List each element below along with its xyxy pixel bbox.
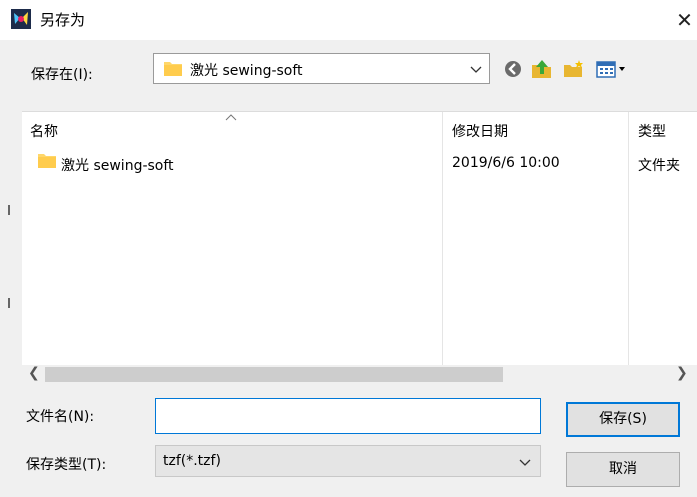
app-icon bbox=[11, 9, 31, 29]
cancel-button[interactable]: 取消 bbox=[566, 452, 680, 487]
file-type-label: 保存类型(T): bbox=[26, 457, 107, 473]
folder-icon bbox=[164, 62, 182, 76]
file-name-input[interactable] bbox=[162, 401, 536, 433]
scrollbar-thumb[interactable] bbox=[45, 367, 503, 382]
window-title: 另存为 bbox=[40, 11, 86, 29]
column-divider bbox=[442, 112, 443, 365]
new-folder-icon[interactable] bbox=[563, 59, 585, 79]
column-header-modified[interactable]: 修改日期 bbox=[452, 121, 508, 141]
save-in-combo[interactable]: 激光 sewing-soft bbox=[153, 53, 490, 84]
scroll-left-icon[interactable]: ❮ bbox=[28, 365, 40, 381]
save-in-value: 激光 sewing-soft bbox=[190, 63, 303, 79]
row-name: 激光 sewing-soft bbox=[61, 158, 174, 174]
file-type-combo[interactable]: tzf(*.tzf) bbox=[155, 445, 541, 477]
scroll-right-icon[interactable]: ❯ bbox=[676, 365, 688, 381]
column-header-type[interactable]: 类型 bbox=[638, 121, 666, 141]
row-type: 文件夹 bbox=[638, 158, 680, 174]
chevron-down-icon[interactable] bbox=[518, 455, 532, 469]
save-button[interactable]: 保存(S) bbox=[566, 402, 680, 437]
close-button[interactable]: ✕ bbox=[672, 6, 697, 34]
file-list[interactable]: 名称 修改日期 类型 激光 sewing-soft 2019/6/6 10:00… bbox=[22, 111, 697, 383]
chevron-down-icon[interactable] bbox=[469, 62, 483, 76]
column-header-name[interactable]: 名称 bbox=[30, 121, 58, 141]
horizontal-scrollbar[interactable]: ❮ ❯ bbox=[22, 365, 697, 383]
column-divider bbox=[628, 112, 629, 365]
margin-mark bbox=[8, 298, 10, 308]
up-folder-icon[interactable] bbox=[531, 59, 553, 79]
margin-mark bbox=[8, 205, 10, 215]
sort-up-icon bbox=[225, 114, 237, 121]
save-in-label: 保存在(I): bbox=[31, 67, 93, 83]
back-icon[interactable] bbox=[502, 59, 524, 79]
file-type-value: tzf(*.tzf) bbox=[163, 453, 221, 469]
row-modified: 2019/6/6 10:00 bbox=[452, 155, 560, 171]
view-menu-icon[interactable] bbox=[596, 59, 630, 79]
folder-icon bbox=[38, 154, 56, 168]
file-name-field[interactable] bbox=[155, 398, 541, 434]
file-name-label: 文件名(N): bbox=[26, 409, 95, 425]
title-bar: 另存为 ✕ bbox=[0, 0, 697, 40]
